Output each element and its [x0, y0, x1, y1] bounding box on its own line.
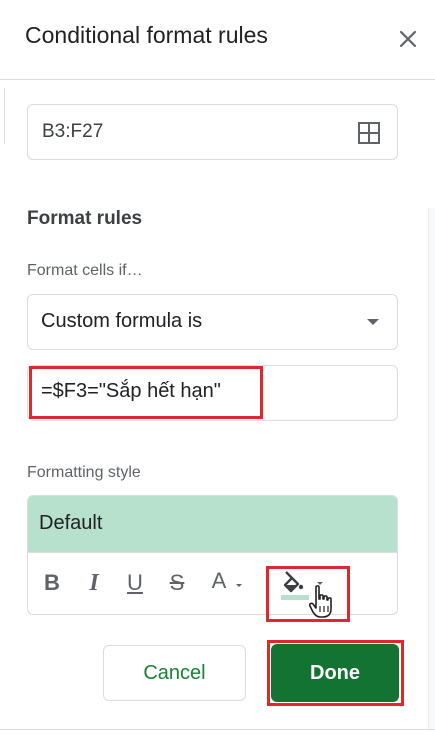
condition-select[interactable]: Custom formula is [27, 294, 398, 350]
cancel-button[interactable]: Cancel [103, 645, 246, 701]
italic-button[interactable]: I [82, 568, 106, 598]
grid-icon[interactable] [357, 121, 381, 145]
formatting-style-label: Formatting style [27, 464, 141, 481]
panel-edge [0, 88, 5, 144]
done-button[interactable]: Done [271, 644, 399, 702]
scrollbar[interactable] [428, 208, 435, 730]
underline-icon: U [127, 570, 143, 595]
hand-cursor-icon [308, 585, 332, 618]
text-color-button[interactable]: A [204, 566, 252, 596]
format-cells-if-label: Format cells if… [27, 262, 143, 279]
style-preview[interactable]: Default [28, 496, 397, 553]
bottom-divider [0, 729, 435, 730]
format-rules-title: Format rules [27, 208, 143, 229]
formula-input[interactable]: =$F3="Sắp hết hạn" [27, 365, 398, 421]
range-input[interactable]: B3:F27 [27, 104, 398, 160]
panel-title: Conditional format rules [25, 22, 268, 48]
strikethrough-button[interactable]: S [165, 568, 189, 598]
bold-button[interactable]: B [40, 568, 64, 598]
panel-header: Conditional format rules [0, 0, 435, 80]
style-preview-label: Default [39, 512, 103, 534]
formatting-style-box: Default B I U S A [27, 495, 398, 615]
chevron-down-icon [236, 584, 243, 587]
text-color-icon: A [211, 568, 227, 593]
italic-icon: I [89, 569, 99, 596]
range-value: B3:F27 [42, 121, 104, 142]
close-icon [399, 30, 417, 48]
bold-icon: B [44, 570, 60, 595]
chevron-down-icon [367, 319, 379, 325]
strikethrough-icon: S [169, 570, 185, 595]
formula-value: =$F3="Sắp hết hạn" [41, 380, 221, 402]
condition-selected-value: Custom formula is [41, 310, 203, 332]
close-button[interactable] [393, 24, 423, 54]
underline-button[interactable]: U [123, 568, 147, 598]
